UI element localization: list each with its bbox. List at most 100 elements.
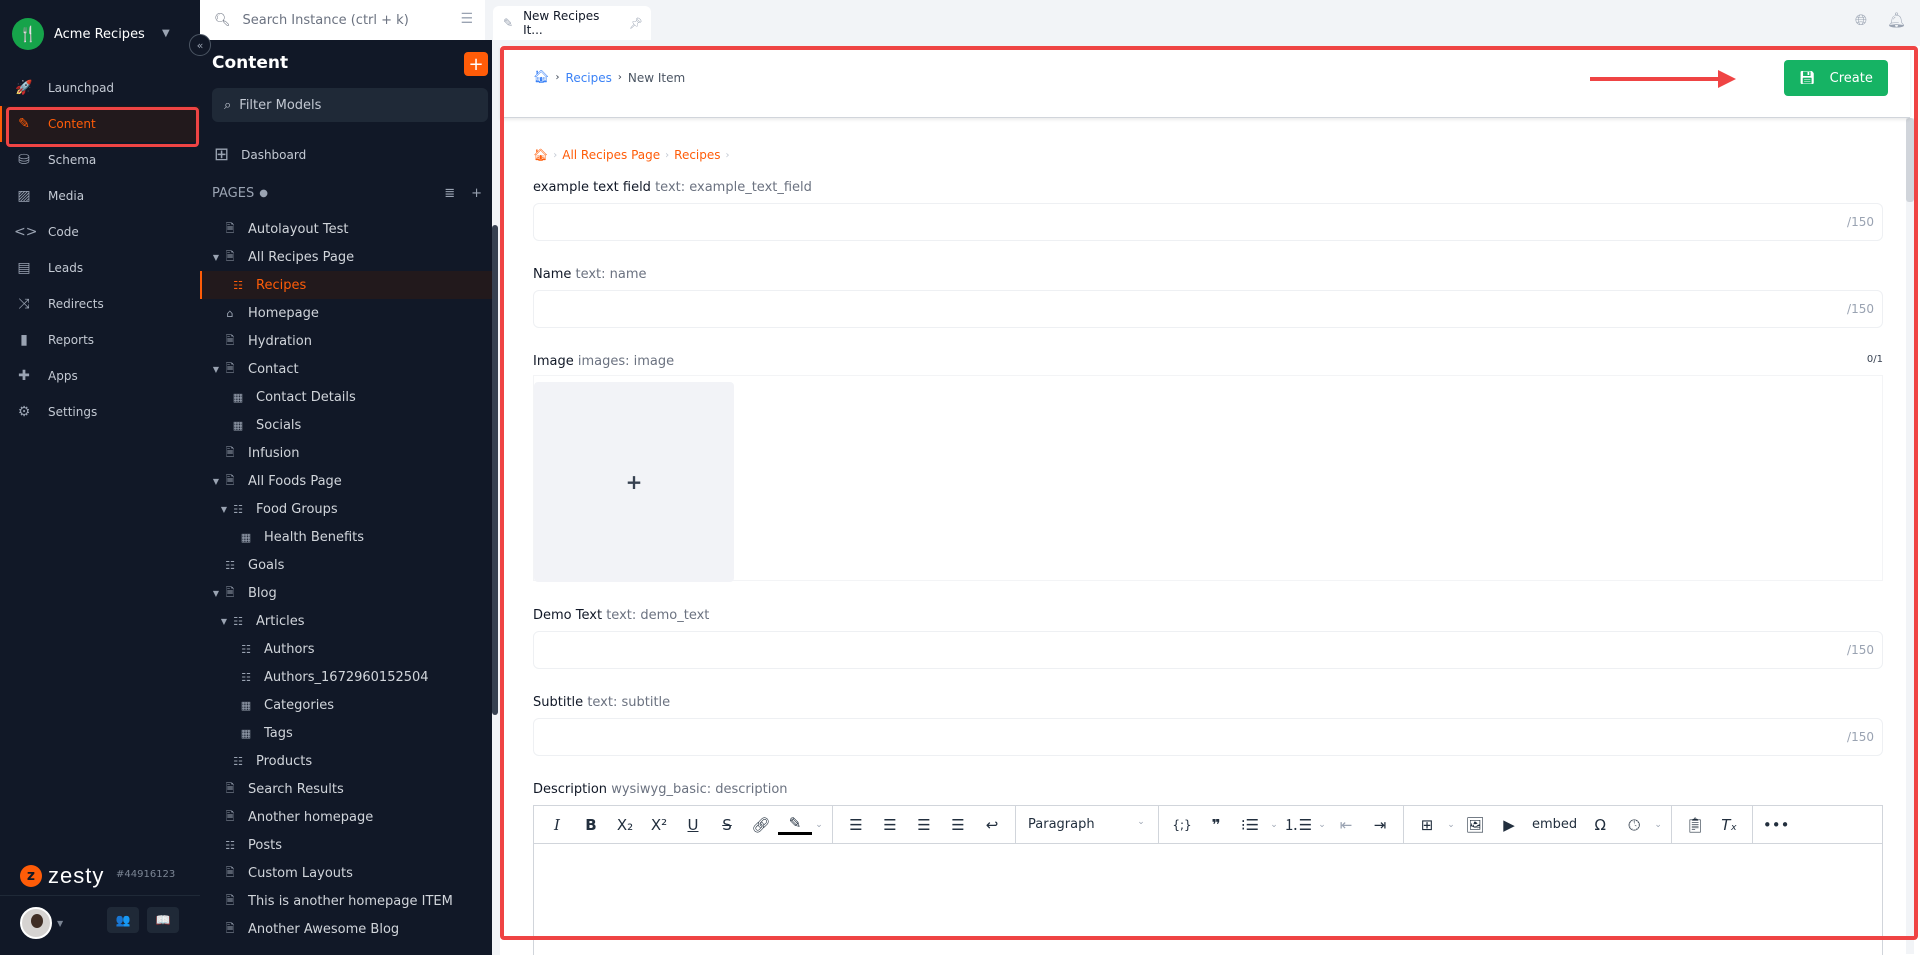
nav-item-redirects[interactable]: ⤨ Redirects xyxy=(0,286,200,322)
info-icon[interactable]: ● xyxy=(259,188,268,199)
blockquote-icon[interactable]: ❞ xyxy=(1199,816,1233,834)
indent-icon[interactable]: ⇥ xyxy=(1363,816,1397,834)
numbered-list-icon[interactable]: ⒈☰ xyxy=(1281,814,1315,835)
tree-item[interactable]: 🗎 Autolayout Test xyxy=(200,215,492,243)
tree-item[interactable]: ☷ Posts xyxy=(200,831,492,859)
strikethrough-icon[interactable]: S xyxy=(710,816,744,834)
caret-down-icon[interactable]: ▼ xyxy=(210,477,222,486)
underline-icon[interactable]: U xyxy=(676,816,710,834)
tree-item[interactable]: 🗎 Hydration xyxy=(200,327,492,355)
tree-item[interactable]: ▼ 🗎 All Recipes Page xyxy=(200,243,492,271)
add-page-icon[interactable]: + xyxy=(471,186,482,201)
chevron-down-icon[interactable]: ⌄ xyxy=(1315,820,1329,830)
italic-icon[interactable]: I xyxy=(540,816,574,834)
tree-item[interactable]: ▼ 🗎 Blog xyxy=(200,579,492,607)
nav-item-reports[interactable]: ▮ Reports xyxy=(0,322,200,358)
docs-button[interactable]: 📖 xyxy=(147,907,179,933)
bell-icon[interactable]: 🔔︎ xyxy=(1887,11,1906,29)
caret-down-icon[interactable]: ▼ xyxy=(210,253,222,262)
media-icon[interactable]: ▶ xyxy=(1492,816,1526,834)
tree-item[interactable]: ▦ Categories xyxy=(200,691,492,719)
tree-item[interactable]: ☷ Recipes xyxy=(200,271,492,299)
user-avatar[interactable] xyxy=(20,907,52,939)
breadcrumb-recipes[interactable]: Recipes xyxy=(674,148,720,162)
chevron-down-icon[interactable]: ⌄ xyxy=(1444,820,1458,830)
block-format-select[interactable]: Paragraph ⌄ xyxy=(1022,817,1152,832)
tree-item[interactable]: 🗎 Search Results xyxy=(200,775,492,803)
align-right-icon[interactable]: ☰ xyxy=(907,816,941,834)
align-justify-icon[interactable]: ☰ xyxy=(941,816,975,834)
subscript-icon[interactable]: X₂ xyxy=(608,816,642,834)
code-icon[interactable]: {;} xyxy=(1165,818,1199,832)
caret-down-icon[interactable]: ▼ xyxy=(218,505,230,514)
pin-icon[interactable]: 📌︎ xyxy=(629,17,643,30)
special-char-icon[interactable]: Ω xyxy=(1583,816,1617,834)
add-image-button[interactable]: + xyxy=(534,382,734,582)
example-text-field-input[interactable]: /150 xyxy=(533,203,1883,241)
invite-user-button[interactable]: 👥 xyxy=(107,907,139,933)
tree-item[interactable]: ☷ Products xyxy=(200,747,492,775)
tree-item[interactable]: ▼ 🗎 Contact xyxy=(200,355,492,383)
tree-item[interactable]: 🗎 This is another homepage ITEM xyxy=(200,887,492,915)
breadcrumb-all-recipes-page[interactable]: All Recipes Page xyxy=(562,148,660,162)
tree-item[interactable]: ▼ 🗎 All Foods Page xyxy=(200,467,492,495)
tune-icon[interactable]: ☰ xyxy=(460,11,473,27)
tab-new-recipes-item[interactable]: ✎ New Recipes It... 📌︎ xyxy=(493,6,651,40)
chevron-down-icon[interactable]: ⌄ xyxy=(812,820,826,830)
caret-down-icon[interactable]: ▼ xyxy=(218,617,230,626)
tree-item[interactable]: ☷ Authors xyxy=(200,635,492,663)
caret-down-icon[interactable]: ▼ xyxy=(57,919,63,928)
tree-item[interactable]: ▦ Socials xyxy=(200,411,492,439)
image-icon[interactable]: 🖼︎ xyxy=(1458,816,1492,834)
reorder-icon[interactable]: ≣ xyxy=(444,186,455,201)
superscript-icon[interactable]: X² xyxy=(642,816,676,834)
name-input[interactable]: /150 xyxy=(533,290,1883,328)
caret-down-icon[interactable]: ▼ xyxy=(210,589,222,598)
dashboard-link[interactable]: ⊞ Dashboard xyxy=(214,144,306,165)
tree-item[interactable]: ▦ Contact Details xyxy=(200,383,492,411)
chevron-down-icon[interactable]: ⌄ xyxy=(1267,820,1281,830)
demo-text-input[interactable]: /150 xyxy=(533,631,1883,669)
align-left-icon[interactable]: ☰ xyxy=(839,816,873,834)
caret-down-icon[interactable]: ▼ xyxy=(210,365,222,374)
subtitle-input[interactable]: /150 xyxy=(533,718,1883,756)
nav-item-leads[interactable]: ▤ Leads xyxy=(0,250,200,286)
home-icon[interactable]: 🏠︎ xyxy=(533,70,550,85)
tree-item[interactable]: ▦ Health Benefits xyxy=(200,523,492,551)
tree-item[interactable]: ☷ Goals xyxy=(200,551,492,579)
content-panel-scrollbar[interactable] xyxy=(492,225,498,715)
tree-item[interactable]: 🗎 Custom Layouts xyxy=(200,859,492,887)
breadcrumb-recipes[interactable]: Recipes xyxy=(566,71,612,85)
chevron-down-icon[interactable]: ⌄ xyxy=(1651,820,1665,830)
tree-item[interactable]: 🗎 Another Awesome Blog xyxy=(200,915,492,943)
clock-icon[interactable]: 🕓︎ xyxy=(1617,816,1651,834)
tree-item[interactable]: ☷ Authors_1672960152504 xyxy=(200,663,492,691)
nav-item-apps[interactable]: ✚ Apps xyxy=(0,358,200,394)
collapse-sidebar-button[interactable]: « xyxy=(189,34,211,56)
outdent-icon[interactable]: ⇤ xyxy=(1329,816,1363,834)
globe-icon[interactable]: 🌐︎ xyxy=(1855,11,1867,29)
nav-item-content[interactable]: ✎ Content xyxy=(0,106,200,147)
embed-button[interactable]: embed xyxy=(1526,817,1583,832)
tree-item[interactable]: ▼ ☷ Food Groups xyxy=(200,495,492,523)
bullet-list-icon[interactable]: ⁝☰ xyxy=(1233,816,1267,834)
link-icon[interactable]: 🔗︎ xyxy=(744,816,778,834)
create-button[interactable]: 💾︎ Create xyxy=(1784,60,1888,96)
highlight-color-icon[interactable]: ✎ xyxy=(778,814,812,835)
nav-item-code[interactable]: <> Code xyxy=(0,214,200,250)
paste-text-icon[interactable]: 📋︎ xyxy=(1678,816,1712,834)
nav-item-settings[interactable]: ⚙ Settings xyxy=(0,394,200,430)
table-icon[interactable]: ⊞ xyxy=(1410,816,1444,834)
home-icon[interactable]: 🏠︎ xyxy=(533,148,548,162)
tree-item[interactable]: ▦ Tags xyxy=(200,719,492,747)
search-instance-input[interactable]: 🔍︎ Search Instance (ctrl + k) ☰ xyxy=(200,0,485,40)
nav-item-schema[interactable]: ⛁ Schema xyxy=(0,142,200,178)
more-icon[interactable]: ••• xyxy=(1759,816,1793,834)
nav-item-media[interactable]: ▨ Media xyxy=(0,178,200,214)
filter-models-input[interactable]: ⌕ Filter Models xyxy=(212,88,488,122)
scrollbar-thumb[interactable] xyxy=(1906,118,1914,202)
editor-body[interactable] xyxy=(534,844,1882,955)
tree-item[interactable]: ⌂ Homepage xyxy=(200,299,492,327)
add-content-button[interactable]: + xyxy=(464,52,488,76)
main-scrollbar[interactable] xyxy=(1906,118,1914,954)
